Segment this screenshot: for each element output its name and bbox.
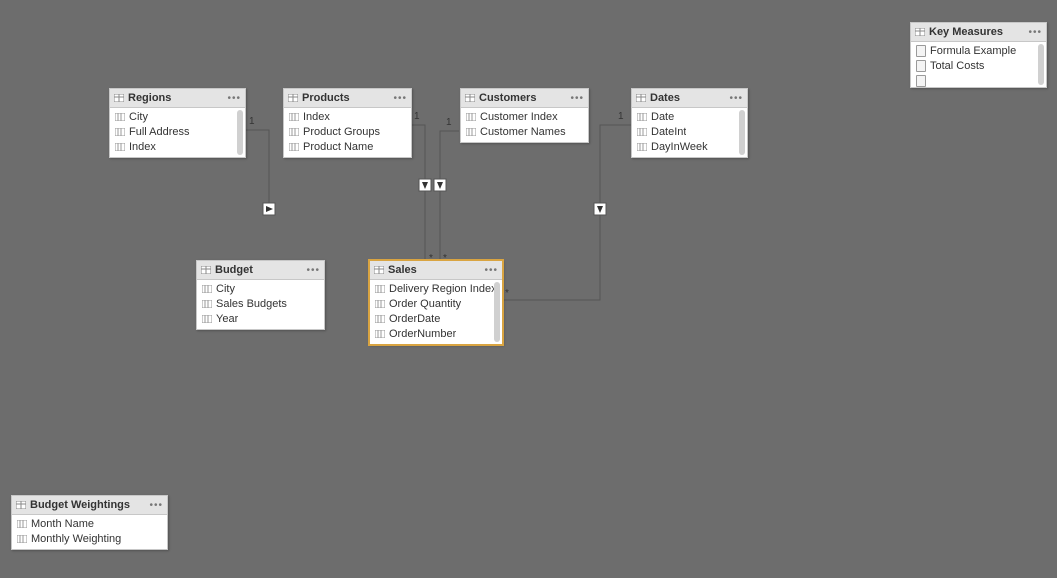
- table-icon: [16, 501, 26, 509]
- table-header[interactable]: Sales •••: [370, 261, 502, 280]
- measure-row[interactable]: Total Costs: [911, 58, 1046, 73]
- more-icon[interactable]: •••: [729, 93, 743, 104]
- table-icon: [374, 266, 384, 274]
- cardinality-one: 1: [618, 111, 624, 122]
- column-icon: [375, 285, 385, 293]
- table-header[interactable]: Budget •••: [197, 261, 324, 280]
- column-icon: [202, 285, 212, 293]
- field-row[interactable]: City: [110, 109, 245, 124]
- table-title: Customers: [479, 92, 566, 104]
- field-row[interactable]: Delivery Region Index: [370, 281, 502, 296]
- column-icon: [466, 113, 476, 121]
- measure-icon: [916, 60, 926, 72]
- model-canvas[interactable]: { "tables": { "regions": { "title": "Reg…: [0, 0, 1057, 578]
- table-title: Sales: [388, 264, 480, 276]
- column-icon: [289, 143, 299, 151]
- column-icon: [289, 128, 299, 136]
- scrollbar[interactable]: [494, 282, 500, 342]
- cardinality-one: 1: [446, 117, 452, 128]
- column-icon: [202, 300, 212, 308]
- table-products[interactable]: Products ••• Index Product Groups Produc…: [283, 88, 412, 158]
- column-icon: [375, 300, 385, 308]
- more-icon[interactable]: •••: [306, 265, 320, 276]
- table-header[interactable]: Regions •••: [110, 89, 245, 108]
- more-icon[interactable]: •••: [227, 93, 241, 104]
- table-header[interactable]: Dates •••: [632, 89, 747, 108]
- scrollbar[interactable]: [1038, 44, 1044, 85]
- table-icon: [114, 94, 124, 102]
- more-icon[interactable]: •••: [570, 93, 584, 104]
- table-header[interactable]: Key Measures •••: [911, 23, 1046, 42]
- field-row[interactable]: Index: [284, 109, 411, 124]
- table-budget-weightings[interactable]: Budget Weightings ••• Month Name Monthly…: [11, 495, 168, 550]
- table-title: Products: [302, 92, 389, 104]
- table-icon: [201, 266, 211, 274]
- table-header[interactable]: Budget Weightings •••: [12, 496, 167, 515]
- more-icon[interactable]: •••: [393, 93, 407, 104]
- field-row[interactable]: Date: [632, 109, 747, 124]
- table-budget[interactable]: Budget ••• City Sales Budgets Year: [196, 260, 325, 330]
- table-title: Budget Weightings: [30, 499, 145, 511]
- relationship-lines: 1 1 * 1 * 1 *: [0, 0, 1057, 578]
- table-title: Dates: [650, 92, 725, 104]
- table-icon: [465, 94, 475, 102]
- cardinality-one: 1: [414, 111, 420, 122]
- more-icon[interactable]: •••: [149, 500, 163, 511]
- table-icon: [636, 94, 646, 102]
- field-row[interactable]: DateInt: [632, 124, 747, 139]
- column-icon: [637, 143, 647, 151]
- table-icon: [915, 28, 925, 36]
- cardinality-one: 1: [249, 116, 255, 127]
- table-customers[interactable]: Customers ••• Customer Index Customer Na…: [460, 88, 589, 143]
- column-icon: [375, 315, 385, 323]
- field-row[interactable]: Product Name: [284, 139, 411, 154]
- column-icon: [637, 128, 647, 136]
- table-sales[interactable]: Sales ••• Delivery Region Index Order Qu…: [369, 260, 503, 345]
- field-row[interactable]: Customer Names: [461, 124, 588, 139]
- measure-row[interactable]: Formula Example: [911, 43, 1046, 58]
- column-icon: [202, 315, 212, 323]
- table-header[interactable]: Customers •••: [461, 89, 588, 108]
- field-row[interactable]: Index: [110, 139, 245, 154]
- field-row[interactable]: Product Groups: [284, 124, 411, 139]
- table-title: Regions: [128, 92, 223, 104]
- field-row[interactable]: DayInWeek: [632, 139, 747, 154]
- field-row[interactable]: City: [197, 281, 324, 296]
- field-row[interactable]: Year: [197, 311, 324, 326]
- field-row[interactable]: Sales Budgets: [197, 296, 324, 311]
- more-icon[interactable]: •••: [1028, 27, 1042, 38]
- scrollbar[interactable]: [237, 110, 243, 155]
- measure-icon: [916, 75, 926, 87]
- column-icon: [17, 520, 27, 528]
- field-row[interactable]: Customer Index: [461, 109, 588, 124]
- measure-row[interactable]: [911, 73, 1046, 87]
- column-icon: [115, 113, 125, 121]
- field-row[interactable]: Order Quantity: [370, 296, 502, 311]
- table-key-measures[interactable]: Key Measures ••• Formula Example Total C…: [910, 22, 1047, 88]
- field-row[interactable]: Monthly Weighting: [12, 531, 167, 546]
- column-icon: [375, 330, 385, 338]
- table-header[interactable]: Products •••: [284, 89, 411, 108]
- field-row[interactable]: Full Address: [110, 124, 245, 139]
- column-icon: [17, 535, 27, 543]
- field-row[interactable]: OrderNumber: [370, 326, 502, 341]
- column-icon: [637, 113, 647, 121]
- table-dates[interactable]: Dates ••• Date DateInt DayInWeek: [631, 88, 748, 158]
- more-icon[interactable]: •••: [484, 265, 498, 276]
- column-icon: [466, 128, 476, 136]
- column-icon: [115, 143, 125, 151]
- table-icon: [288, 94, 298, 102]
- field-row[interactable]: Month Name: [12, 516, 167, 531]
- field-row[interactable]: OrderDate: [370, 311, 502, 326]
- table-title: Budget: [215, 264, 302, 276]
- table-regions[interactable]: Regions ••• City Full Address Index: [109, 88, 246, 158]
- table-title: Key Measures: [929, 26, 1024, 38]
- column-icon: [115, 128, 125, 136]
- column-icon: [289, 113, 299, 121]
- cardinality-many: *: [505, 288, 509, 299]
- measure-icon: [916, 45, 926, 57]
- scrollbar[interactable]: [739, 110, 745, 155]
